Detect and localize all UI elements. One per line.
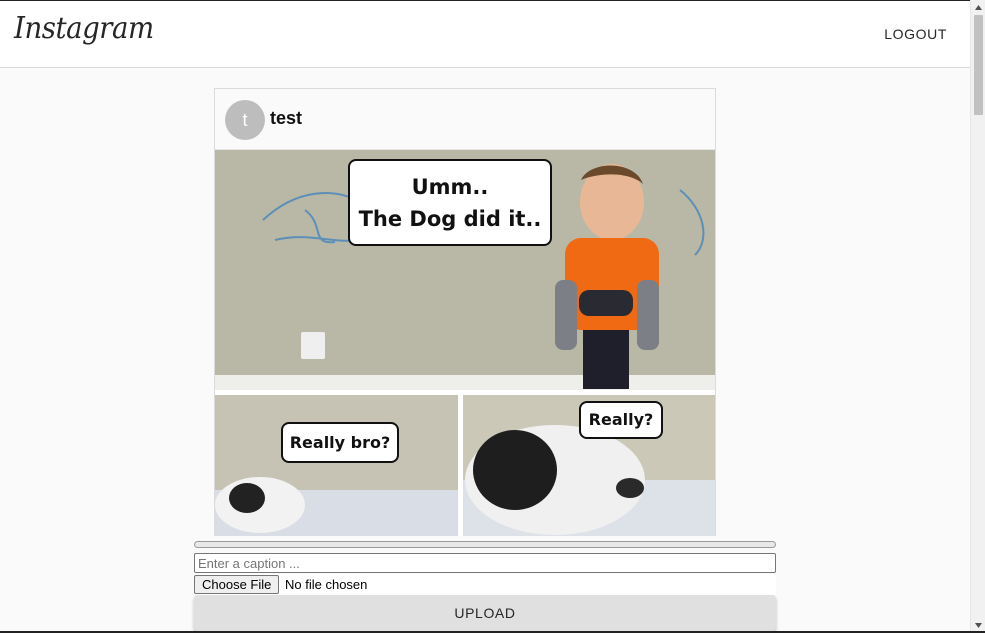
speech-bubble-right: Really? bbox=[579, 401, 663, 439]
post-image: Umm.. The Dog did it.. Really bro? Reall… bbox=[215, 150, 715, 536]
scrollbar-thumb[interactable] bbox=[974, 15, 983, 115]
speech-bubble-main-line1: Umm.. bbox=[411, 175, 489, 199]
dog-right-nose bbox=[616, 478, 644, 498]
caption-input[interactable] bbox=[194, 553, 776, 573]
upload-progress-bar bbox=[194, 541, 776, 548]
speech-bubble-left: Really bro? bbox=[281, 422, 399, 463]
app-header: Instagram LOGOUT bbox=[0, 0, 970, 68]
wall-outlet bbox=[301, 332, 325, 359]
post-username[interactable]: test bbox=[270, 108, 302, 129]
dog-left-patch bbox=[229, 483, 265, 513]
child-left-arm bbox=[555, 280, 577, 350]
post-card: t test Umm.. The Dog did it.. Really bro… bbox=[214, 88, 716, 548]
dog-right-patch bbox=[473, 430, 557, 510]
file-picker: Choose File No file chosen bbox=[194, 574, 776, 595]
upload-button[interactable]: UPLOAD bbox=[194, 595, 776, 631]
logout-button[interactable]: LOGOUT bbox=[884, 26, 947, 42]
panel-divider-vertical bbox=[458, 395, 463, 536]
vertical-scrollbar[interactable] bbox=[970, 0, 985, 633]
file-status-text: No file chosen bbox=[285, 577, 368, 592]
image-upload-panel: Choose File No file chosen UPLOAD bbox=[194, 536, 776, 633]
post-header: t test bbox=[215, 89, 715, 150]
baseboard bbox=[215, 375, 715, 390]
instagram-logo[interactable]: Instagram bbox=[14, 11, 154, 46]
child-right-arm bbox=[637, 280, 659, 350]
avatar[interactable]: t bbox=[225, 100, 265, 140]
child-pants bbox=[583, 330, 629, 389]
shirt-truck-print bbox=[579, 290, 633, 316]
app-root: Instagram LOGOUT t test Umm.. The Dog di… bbox=[0, 0, 985, 633]
speech-bubble-main-line2: The Dog did it.. bbox=[358, 207, 542, 231]
choose-file-button[interactable]: Choose File bbox=[194, 575, 280, 594]
chevron-up-icon[interactable] bbox=[971, 0, 985, 15]
speech-bubble-main: Umm.. The Dog did it.. bbox=[348, 159, 552, 246]
panel-divider-horizontal bbox=[215, 390, 715, 395]
